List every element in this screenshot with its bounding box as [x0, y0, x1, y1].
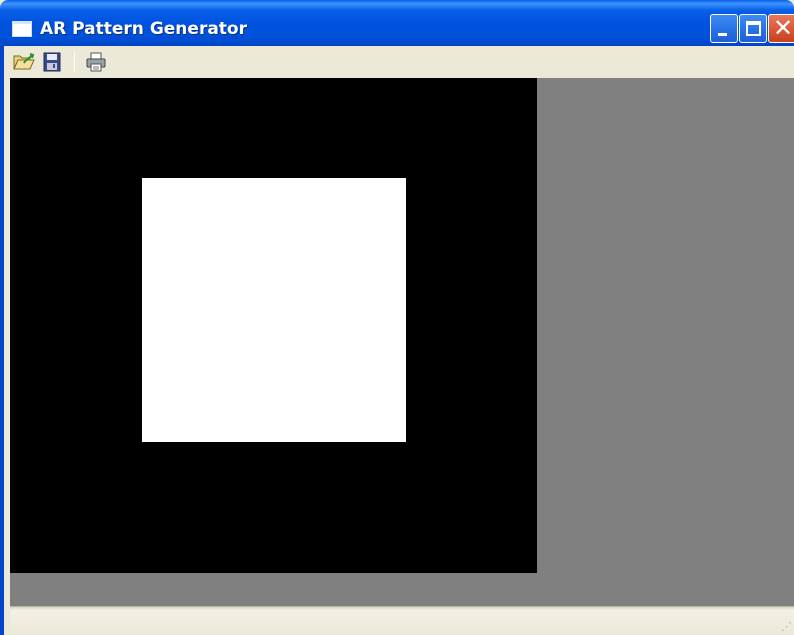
window-frame-left: [0, 46, 10, 635]
minimize-icon: [718, 33, 727, 36]
toolbar-separator: [74, 52, 75, 72]
floppy-disk-icon: [43, 52, 61, 72]
window-title: AR Pattern Generator: [40, 19, 247, 39]
close-icon: ✕: [772, 14, 794, 42]
workspace-area: [10, 78, 794, 606]
minimize-button[interactable]: [710, 14, 738, 43]
app-icon: [12, 21, 32, 37]
toolbar: [0, 46, 794, 78]
printer-icon: [86, 52, 106, 72]
status-bar: ⋰: [10, 606, 794, 635]
maximize-button[interactable]: [739, 14, 767, 43]
close-button[interactable]: ✕: [768, 14, 794, 43]
app-window: AR Pattern Generator ✕ ⋰: [0, 0, 794, 635]
maximize-icon: [746, 21, 761, 36]
resize-grip-icon[interactable]: ⋰: [780, 621, 792, 633]
folder-open-icon: [13, 53, 35, 70]
pattern-marker: [142, 178, 406, 442]
save-button[interactable]: [40, 51, 64, 73]
open-button[interactable]: [12, 51, 36, 73]
title-bar[interactable]: AR Pattern Generator ✕: [0, 0, 794, 46]
pattern-canvas[interactable]: [10, 78, 537, 573]
print-button[interactable]: [84, 51, 108, 73]
